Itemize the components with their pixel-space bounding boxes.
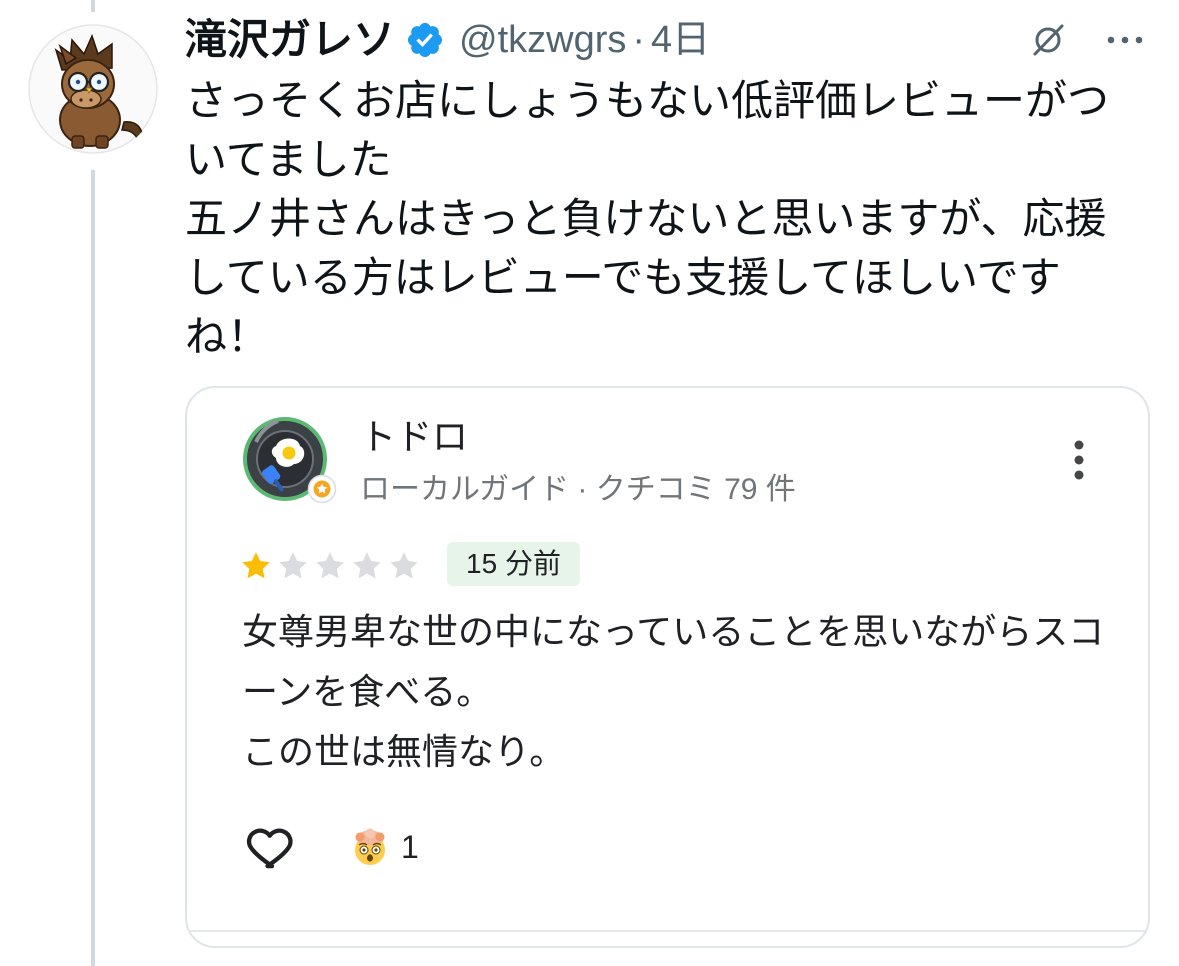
star-empty-icon bbox=[311, 546, 348, 586]
star-filled-icon bbox=[237, 546, 274, 586]
grok-icon bbox=[1033, 24, 1064, 56]
heart-outline-icon bbox=[245, 820, 299, 874]
meta-separator: · bbox=[632, 19, 646, 61]
post-view: 滝沢ガレソ @tkzwgrs · 4日 さっそくお店にしょうもない低評価レビュー… bbox=[0, 0, 1179, 966]
post-text-line: いてました bbox=[185, 136, 392, 183]
thread-line-top bbox=[91, 0, 95, 12]
post-text-line: ね！ bbox=[185, 313, 270, 360]
post-timestamp[interactable]: 4日 bbox=[651, 14, 710, 66]
reaction-count: 1 bbox=[401, 829, 419, 865]
review-text-line: 女尊男卑な世の中になっていることを思いながらスコ bbox=[242, 611, 1105, 652]
review-text-line: ーンを食べる。 bbox=[242, 671, 493, 712]
local-guide-badge-icon bbox=[307, 474, 337, 504]
image-bottom-edge bbox=[187, 930, 1148, 932]
thread-line bbox=[91, 170, 95, 966]
post-text: さっそくお店にしょうもない低評価レビューがつ いてました 五ノ井さんはきっと負け… bbox=[185, 71, 1145, 366]
post-text-line: している方はレビューでも支援してほしいです bbox=[185, 254, 1061, 301]
author-name[interactable]: 滝沢ガレソ bbox=[185, 14, 395, 66]
review-text-line: この世は無情なり。 bbox=[242, 731, 566, 772]
review-time-badge: 15 分前 bbox=[447, 542, 580, 586]
star-empty-icon bbox=[274, 546, 311, 586]
more-button[interactable] bbox=[1103, 28, 1147, 52]
star-rating bbox=[237, 546, 422, 586]
more-vertical-icon bbox=[1067, 436, 1091, 484]
reviewer-name: トドロ bbox=[360, 416, 469, 457]
horse-avatar-icon bbox=[28, 24, 158, 154]
grok-button[interactable] bbox=[1028, 20, 1068, 60]
more-horizontal-icon bbox=[1107, 36, 1143, 44]
exploding-head-emoji bbox=[350, 827, 390, 867]
star-empty-icon bbox=[348, 546, 385, 586]
post-text-line: 五ノ井さんはきっと負けないと思いますが、応援 bbox=[185, 195, 1107, 242]
reviewer-meta: ローカルガイド · クチコミ 79 件 bbox=[360, 473, 796, 506]
verified-badge-icon bbox=[405, 20, 445, 60]
review-text: 女尊男卑な世の中になっていることを思いながらスコ ーンを食べる。 この世は無情な… bbox=[242, 602, 1122, 782]
attached-image-review-screenshot[interactable]: トドロ ローカルガイド · クチコミ 79 件 15 分前 女尊男卑な世の中にな… bbox=[185, 386, 1150, 948]
post-header: 滝沢ガレソ @tkzwgrs · 4日 bbox=[185, 14, 710, 66]
avatar[interactable] bbox=[28, 24, 158, 154]
star-empty-icon bbox=[385, 546, 422, 586]
post-text-line: さっそくお店にしょうもない低評価レビューがつ bbox=[185, 77, 1110, 124]
author-handle[interactable]: @tkzwgrs bbox=[459, 14, 626, 66]
